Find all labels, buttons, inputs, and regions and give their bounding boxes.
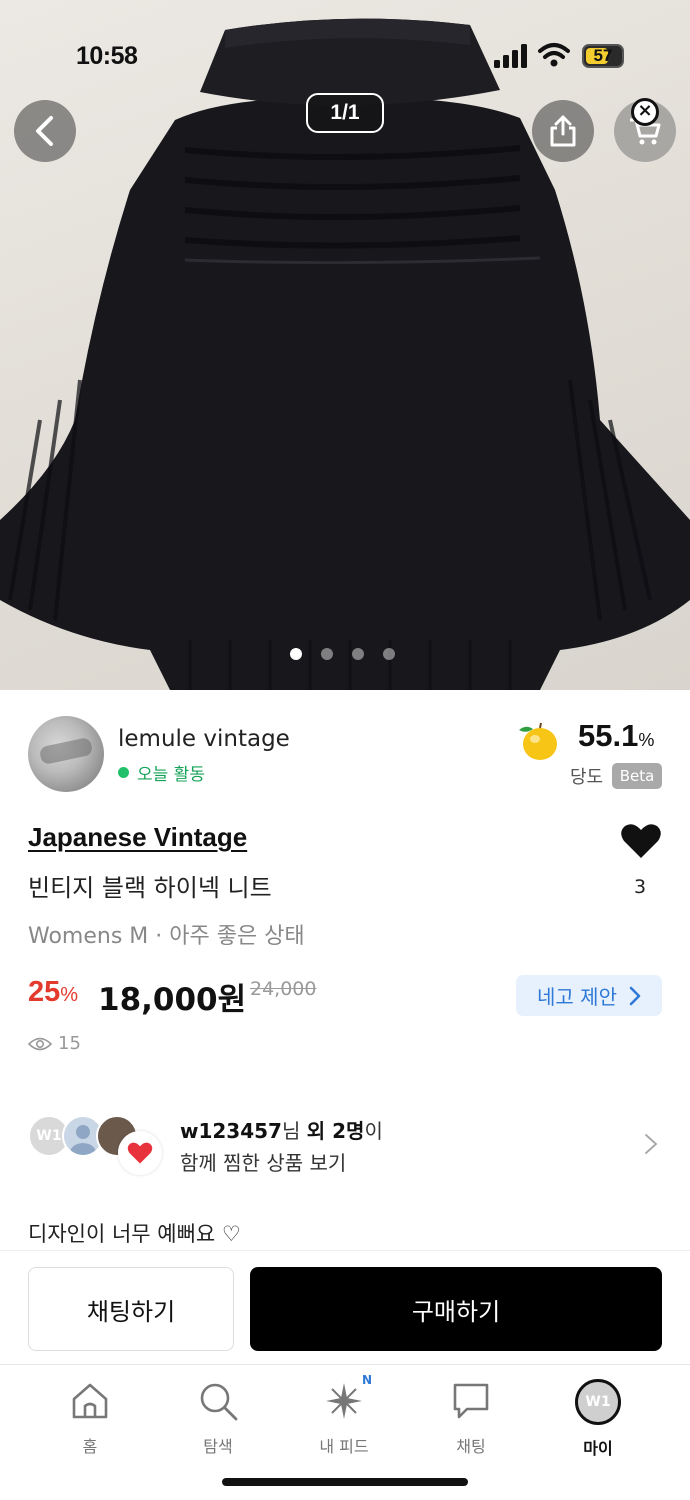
chevron-right-icon <box>645 1134 657 1154</box>
view-count-row: 15 <box>28 1033 81 1054</box>
product-title: 빈티지 블랙 하이넥 니트 <box>28 874 272 902</box>
gallery-dot-active[interactable] <box>290 648 302 660</box>
chat-bubble-icon <box>453 1383 489 1419</box>
purchase-action-bar: 채팅하기 구매하기 <box>0 1250 690 1364</box>
seller-activity-label: 오늘 활동 <box>137 765 205 785</box>
offer-button-label: 네고 제안 <box>537 985 617 1009</box>
wifi-icon <box>538 43 570 67</box>
wisher-others: 외 2명 <box>306 1119 365 1143</box>
new-badge: N <box>362 1373 373 1387</box>
gallery-dot[interactable] <box>321 648 333 660</box>
like-count: 3 <box>634 876 647 898</box>
tab-feed[interactable]: N 내 피드 <box>294 1373 394 1457</box>
wisher-suffix-1: 님 <box>281 1119 307 1143</box>
beta-badge: Beta <box>612 763 662 789</box>
seller-avatar[interactable] <box>28 716 104 792</box>
seller-name[interactable]: lemule vintage <box>118 726 290 752</box>
tab-search-label: 탐색 <box>203 1437 233 1456</box>
tab-my-label: 마이 <box>583 1439 613 1458</box>
tab-my[interactable]: W1 마이 <box>548 1379 648 1459</box>
rating-label: 당도 <box>570 767 604 788</box>
share-icon <box>550 115 576 147</box>
profile-avatar: W1 <box>575 1379 621 1425</box>
search-icon <box>200 1383 238 1421</box>
tab-feed-label: 내 피드 <box>319 1437 369 1456</box>
original-price: 24,000 <box>250 978 317 1000</box>
co-wishers-title: w123457님 외 2명이 <box>180 1115 383 1144</box>
chevron-right-icon <box>629 986 641 1005</box>
home-indicator <box>222 1478 468 1486</box>
share-button[interactable] <box>532 100 594 162</box>
sparkle-icon <box>326 1383 362 1419</box>
heart-icon <box>127 1142 153 1164</box>
discount-value: 25 <box>28 976 61 1008</box>
gallery-dot[interactable] <box>383 648 395 660</box>
battery-indicator: 57 <box>582 44 624 68</box>
view-count: 15 <box>58 1033 81 1054</box>
co-wishers-subtitle: 함께 찜한 상품 보기 <box>180 1151 347 1175</box>
product-description: 디자인이 너무 예뻐요 ♡ <box>28 1222 241 1246</box>
rating-value: 55.1 <box>578 718 639 753</box>
tab-home[interactable]: 홈 <box>40 1379 140 1457</box>
battery-level: 57 <box>593 46 613 65</box>
tab-chat-label: 채팅 <box>456 1437 486 1456</box>
buy-button[interactable]: 구매하기 <box>250 1267 662 1351</box>
wisher-username: w123457 <box>180 1119 282 1143</box>
status-time: 10:58 <box>76 42 138 70</box>
seller-activity-status: 오늘 활동 <box>118 760 205 785</box>
home-icon <box>72 1383 108 1419</box>
product-size-condition: Womens M · 아주 좋은 상태 <box>28 924 305 949</box>
close-icon[interactable]: × <box>631 98 659 126</box>
heart-badge <box>118 1131 162 1175</box>
tab-chat[interactable]: 채팅 <box>421 1379 521 1457</box>
tab-home-label: 홈 <box>82 1437 98 1456</box>
rating-unit: % <box>638 730 655 750</box>
discount-rate: 25% <box>28 976 78 1009</box>
brand-link[interactable]: Japanese Vintage <box>28 822 247 853</box>
gallery-dot[interactable] <box>352 648 364 660</box>
chat-button[interactable]: 채팅하기 <box>28 1267 234 1351</box>
eye-icon <box>28 1037 52 1050</box>
tab-search[interactable]: 탐색 <box>168 1379 268 1457</box>
gallery-dots <box>290 648 395 660</box>
sweetness-rating: 55.1% <box>578 718 654 754</box>
co-wishers-row[interactable]: W1 w123457님 외 2명이 함께 찜한 상품 보기 <box>28 1113 662 1175</box>
price-offer-button[interactable]: 네고 제안 <box>516 975 662 1016</box>
wisher-suffix-2: 이 <box>364 1119 383 1143</box>
cellular-signal-icon <box>494 44 527 68</box>
online-dot-icon <box>118 767 129 778</box>
chevron-left-icon <box>36 116 53 146</box>
yellow-apple-icon <box>519 722 557 760</box>
back-button[interactable] <box>14 100 76 162</box>
heart-like-button[interactable] <box>620 822 662 860</box>
discount-unit: % <box>60 984 79 1006</box>
sale-price: 18,000원 <box>98 982 247 1018</box>
image-page-indicator: 1/1 <box>306 93 384 133</box>
